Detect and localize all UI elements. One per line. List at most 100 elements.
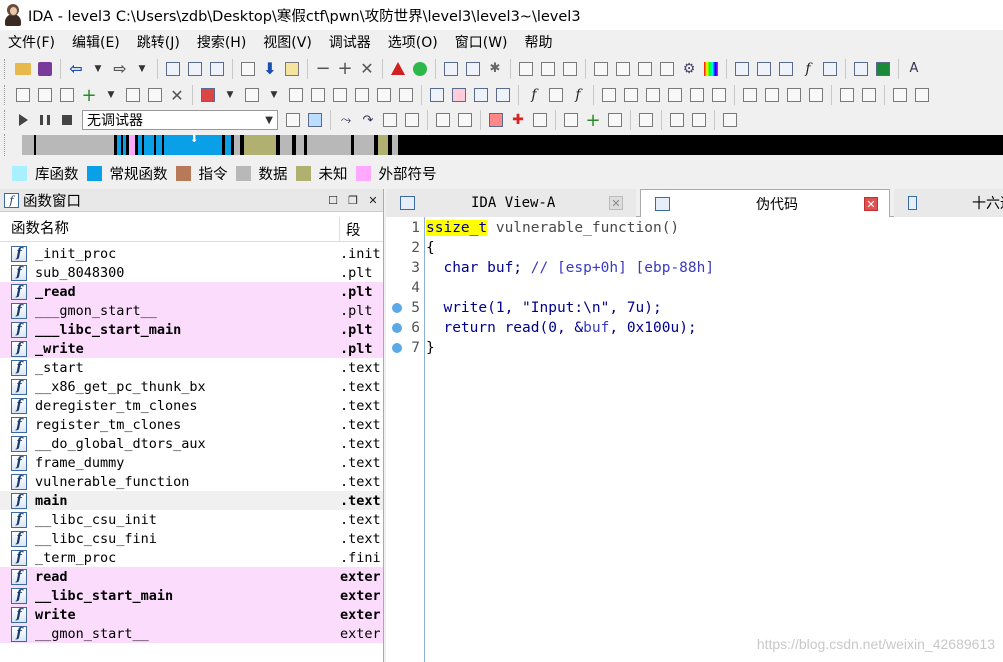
back-dropdown-icon[interactable]: ▼ <box>88 59 108 79</box>
tab-hex-view[interactable]: 十六进 <box>894 189 1003 217</box>
toolbar-grip[interactable] <box>4 85 8 105</box>
breakpoint-dot-icon[interactable] <box>392 323 402 333</box>
repeat-comment-icon[interactable] <box>471 85 491 105</box>
menu-jump[interactable]: 跳转(J) <box>137 32 180 52</box>
stack-var-icon[interactable] <box>427 85 447 105</box>
function-trace-icon[interactable] <box>689 110 709 130</box>
menu-debugger[interactable]: 调试器 <box>329 32 371 52</box>
code-line[interactable]: 7 } <box>386 338 1003 358</box>
function-row[interactable]: fwrite extern <box>0 605 383 624</box>
function-row[interactable]: f __do_global_dtors_aux .text <box>0 434 383 453</box>
function-row[interactable]: f ___gmon_start__ .plt <box>0 301 383 320</box>
windows-icon[interactable] <box>433 110 453 130</box>
stop-icon[interactable] <box>57 110 77 130</box>
function-end-icon[interactable]: f <box>568 85 588 105</box>
text-a-icon[interactable]: A <box>904 59 924 79</box>
edit-segment-icon[interactable] <box>687 85 707 105</box>
close-icon[interactable]: ✕ <box>864 197 878 211</box>
restore-icon[interactable]: ❐ <box>343 194 363 207</box>
breakpoint-dot-icon[interactable] <box>392 343 402 353</box>
debugger-bug-icon[interactable]: ✱ <box>485 59 505 79</box>
offset4-icon[interactable] <box>352 85 372 105</box>
create-function-icon[interactable]: + <box>79 85 99 106</box>
strings-icon[interactable] <box>776 59 796 79</box>
align-down-icon[interactable] <box>837 85 857 105</box>
tree-icon[interactable] <box>560 59 580 79</box>
list-icon[interactable] <box>516 59 536 79</box>
zoom-icon[interactable] <box>613 59 633 79</box>
search-text-icon[interactable] <box>185 59 205 79</box>
navigation-band[interactable]: ⬇ <box>22 135 1003 155</box>
offset3-icon[interactable] <box>330 85 350 105</box>
pause-icon[interactable] <box>35 110 55 130</box>
offset-icon[interactable] <box>286 85 306 105</box>
view-hex-icon[interactable] <box>463 59 483 79</box>
calc-icon[interactable] <box>591 59 611 79</box>
search-next-icon[interactable] <box>238 59 258 79</box>
offset2-icon[interactable] <box>308 85 328 105</box>
debugger-select[interactable]: 无调试器 ▼ <box>82 110 278 130</box>
instruction-trace-icon[interactable] <box>667 110 687 130</box>
enum-dropdown-icon[interactable]: ▼ <box>264 85 284 105</box>
step-out-icon[interactable] <box>402 110 422 130</box>
function-row[interactable]: f __libc_start_main extern <box>0 586 383 605</box>
function-row[interactable]: f vulnerable_function .text <box>0 472 383 491</box>
edit-icon[interactable] <box>851 59 871 79</box>
graph-icon[interactable] <box>538 59 558 79</box>
menu-options[interactable]: 选项(O) <box>388 32 438 52</box>
maximize-icon[interactable]: ☐ <box>323 194 343 207</box>
menu-edit[interactable]: 编辑(E) <box>72 32 120 52</box>
save-icon[interactable] <box>35 59 55 79</box>
functions-icon[interactable]: f <box>798 59 818 79</box>
function-row[interactable]: f __x86_get_pc_thunk_bx .text <box>0 377 383 396</box>
create-dropdown-icon[interactable]: ▼ <box>101 85 121 105</box>
function-edit-icon[interactable] <box>546 85 566 105</box>
expand-icon[interactable]: + <box>335 58 355 79</box>
add-struct-icon[interactable] <box>740 85 760 105</box>
function-row[interactable]: f deregister_tm_clones .text <box>0 396 383 415</box>
function-row[interactable]: f _write .plt <box>0 339 383 358</box>
color-palette-icon[interactable] <box>701 59 721 79</box>
comment-icon[interactable] <box>449 85 469 105</box>
toolbar-grip[interactable] <box>4 58 8 79</box>
debugger-attach-icon[interactable] <box>305 110 325 130</box>
array-icon[interactable] <box>145 85 165 105</box>
make-ascii-icon[interactable] <box>57 85 77 105</box>
back-arrow-icon[interactable]: ⇦ <box>66 59 86 79</box>
menu-windows[interactable]: 窗口(W) <box>455 32 508 52</box>
struct-field-icon[interactable] <box>762 85 782 105</box>
function-row[interactable]: f frame_dummy .text <box>0 453 383 472</box>
undefine-icon[interactable] <box>123 85 143 105</box>
function-row[interactable]: f __libc_csu_fini .text <box>0 529 383 548</box>
forward-dropdown-icon[interactable]: ▼ <box>132 59 152 79</box>
enum-icon[interactable] <box>242 85 262 105</box>
return-type[interactable]: ssize_t <box>426 220 488 236</box>
trace-delete-icon[interactable] <box>605 110 625 130</box>
struct-delete-icon[interactable] <box>806 85 826 105</box>
search-immediate-icon[interactable] <box>207 59 227 79</box>
breakpoint-add-icon[interactable]: ✚ <box>508 110 528 130</box>
trace-icon[interactable] <box>561 110 581 130</box>
struct-array-icon[interactable] <box>784 85 804 105</box>
menu-help[interactable]: 帮助 <box>525 32 553 52</box>
function-row[interactable]: f register_tm_clones .text <box>0 415 383 434</box>
function-row[interactable]: f _read .plt <box>0 282 383 301</box>
delete-icon[interactable]: ✕ <box>357 59 377 79</box>
search-binary-icon[interactable] <box>163 59 183 79</box>
run-green-icon[interactable] <box>410 59 430 79</box>
mark-position-icon[interactable] <box>282 59 302 79</box>
open-folder-icon[interactable] <box>13 59 33 79</box>
function-row[interactable]: fread extern <box>0 567 383 586</box>
function-row[interactable]: f sub_8048300 .plt <box>0 263 383 282</box>
forward-arrow-icon[interactable]: ⇨ <box>110 59 130 79</box>
add-segment-icon[interactable] <box>665 85 685 105</box>
toolbar-grip[interactable] <box>4 110 8 130</box>
struct-dropdown-icon[interactable]: ▼ <box>220 85 240 105</box>
function-row[interactable]: f main .text <box>0 491 383 510</box>
export-icon[interactable] <box>732 59 752 79</box>
trace-window-icon[interactable] <box>636 110 656 130</box>
close-icon[interactable]: ✕ <box>363 194 383 207</box>
debugger-options-icon[interactable] <box>283 110 303 130</box>
unhide-icon[interactable] <box>621 85 641 105</box>
trace-add-icon[interactable]: + <box>583 110 603 131</box>
